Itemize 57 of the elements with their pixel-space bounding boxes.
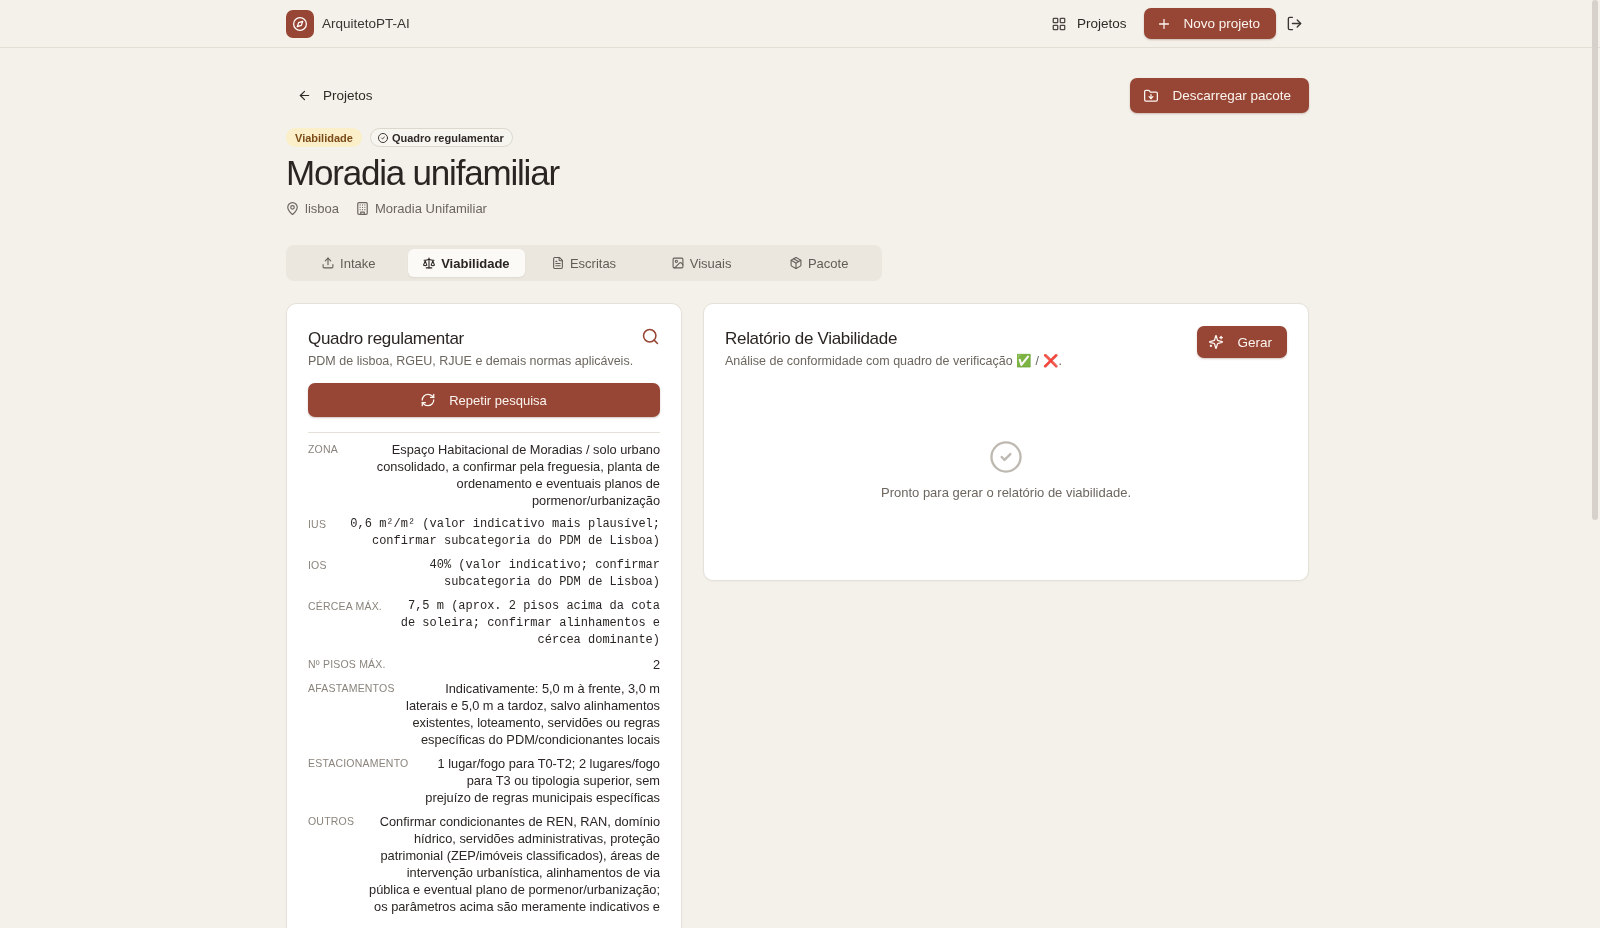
location-text: lisboa (305, 201, 339, 216)
field-label: AFASTAMENTOS (308, 681, 395, 696)
scale-icon (423, 257, 436, 269)
building-icon (355, 202, 369, 215)
brand-name: ArquitetoPT-AI (322, 16, 410, 31)
field-value: Confirmar condicionantes de REN, RAN, domínio hídrico, servidões administrativas, proteção patrimonial (ZEP/imóveis classificados), áreas de intervenção urbanística, alinhamentos de via pública e eventual plano de pormenor/urbanização; os parâmetros acima são meramente indicativos e (368, 813, 660, 915)
scrollbar-thumb[interactable] (1592, 0, 1598, 520)
card-subtitle: PDM de lisboa, RGEU, RJUE e demais normas aplicáveis. (308, 353, 634, 369)
repeat-search-button[interactable]: Repetir pesquisa (308, 383, 660, 417)
field-label: IOS (308, 558, 327, 573)
document-icon (551, 257, 564, 269)
field-label: IUS (308, 517, 327, 532)
field-value: Espaço Habitacional de Moradias / solo urbano consolidado, a confirmar pela freguesia, planta de ordenamento e eventuais planos de pormenor/urbanização (375, 441, 660, 509)
project-title: Moradia unifamiliar (286, 152, 561, 194)
tab[interactable]: Escritas (525, 249, 643, 277)
image-icon (671, 257, 684, 269)
card-title: Quadro regulamentar (308, 328, 465, 350)
refresh-icon (421, 393, 436, 407)
field-label: ESTACIONAMENTO (308, 756, 409, 771)
tab[interactable]: Visuais (642, 249, 761, 277)
card-title: Relatório de Viabilidade (725, 328, 899, 350)
field-label: OUTROS (308, 814, 355, 829)
empty-state-text: Pronto para gerar o relatório de viabilidade. (880, 485, 1131, 500)
logout-icon (1286, 16, 1302, 31)
field-value: 1 lugar/fogo para T0-T2; 2 lugares/fogo para T3 ou tipologia superior, sem prejuízo de regras municipais específicas (424, 755, 660, 806)
field-value: 0,6 m²/m² (valor indicativo mais plausível; confirmar subcategoria do PDM de Lisboa) (349, 516, 660, 550)
grid-icon (1051, 16, 1066, 31)
box-icon (789, 257, 802, 269)
sparkles-icon (1209, 335, 1224, 349)
phase-badge: Viabilidade (286, 128, 362, 147)
search-button[interactable] (640, 326, 660, 346)
generate-button[interactable]: Gerar (1197, 326, 1287, 358)
search-icon (641, 327, 659, 345)
new-project-button[interactable]: Novo projeto (1144, 8, 1276, 39)
back-link[interactable]: Projetos (286, 82, 381, 109)
field-label: Nº PISOS MÁX. (308, 657, 386, 672)
field-label: CÉRCEA MÁX. (308, 599, 382, 614)
check-circle-icon (990, 441, 1022, 473)
compass-logo-icon (286, 9, 314, 38)
field-value: 40% (valor indicativo; confirmar subcategoria do PDM de Lisboa) (428, 557, 660, 591)
field-value: Indicativamente: 5,0 m à frente, 3,0 m laterais e 5,0 m a tardoz, salvo alinhamentos existentes, loteamento, servidões ou regras específicas do PDM/condicionantes locais (405, 680, 660, 748)
projects-link[interactable]: Projetos (1047, 10, 1131, 37)
tab[interactable]: Pacote (760, 249, 878, 277)
download-package-button[interactable]: Descarregar pacote (1130, 78, 1309, 113)
field-value: 2 (651, 656, 660, 673)
map-pin-icon (286, 202, 299, 215)
tab[interactable]: Viabilidade (407, 249, 526, 277)
building-type-text: Moradia Unifamiliar (374, 201, 487, 216)
status-label: Quadro regulamentar (391, 131, 504, 144)
folder-download-icon (1144, 88, 1159, 103)
card-subtitle: Análise de conformidade com quadro de verificação ✅ / ❌. (725, 353, 1063, 369)
tab[interactable]: Intake (290, 249, 408, 277)
upload-icon (322, 257, 335, 269)
field-value: 7,5 m (aprox. 2 pisos acima da cota de soleira; confirmar alinhamentos e cércea dominante) (399, 598, 660, 649)
field-label: ZONA (308, 442, 338, 457)
plus-icon (1157, 16, 1172, 31)
check-circle-icon (377, 132, 388, 143)
